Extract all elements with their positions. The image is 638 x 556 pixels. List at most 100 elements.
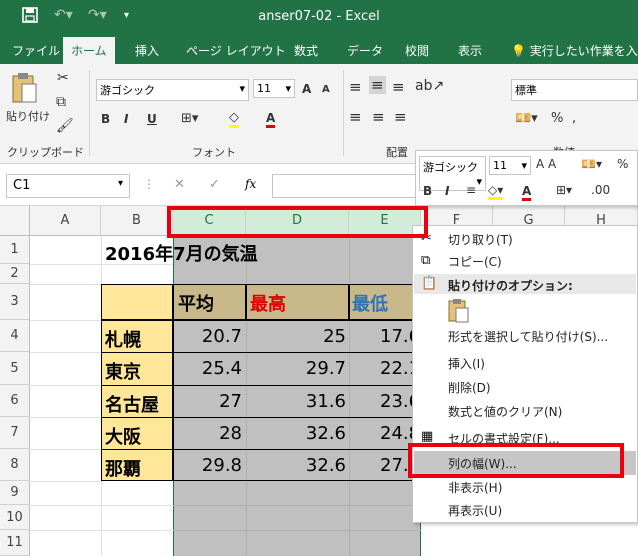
menu-item-unhide[interactable]: 再表示(U) (448, 502, 502, 519)
highlight-box-columns (167, 206, 428, 238)
title-bar: ↶▾ ↷▾ ▾ anser07-02 - Excel (0, 0, 638, 34)
city-cell[interactable]: 東京 (105, 358, 141, 384)
align-top-icon[interactable]: ≡ (349, 78, 362, 96)
copy-icon: ⧉ (421, 253, 431, 268)
cancel-icon[interactable]: ✕ (174, 177, 185, 192)
avg-value-cell[interactable]: 29.8 (202, 455, 242, 476)
tell-me-box[interactable]: 💡 実行したい作業を入力 (511, 42, 638, 59)
avg-value-cell[interactable]: 28 (219, 423, 242, 444)
number-format-dropdown[interactable]: 標準 (511, 79, 638, 101)
align-middle-icon[interactable]: ≡ (369, 76, 386, 94)
mini-bold-button[interactable]: B (423, 184, 432, 198)
row-header[interactable]: 7 (0, 417, 30, 449)
mini-decimal-icon[interactable]: .00 (591, 183, 610, 197)
name-box[interactable]: C1 ▾ (6, 174, 130, 198)
fill-color-icon[interactable]: ◇ (229, 110, 239, 128)
tab-review[interactable]: 校閲 (405, 42, 429, 59)
paste-button-label[interactable]: 貼り付け (6, 108, 50, 124)
avg-value-cell[interactable]: 25.4 (202, 358, 242, 379)
row-header[interactable]: 3 (0, 284, 30, 320)
mini-toolbar: 游ゴシック ▾ 11 ▾ A A 💴▾ % B I ≡ ◇▾ A ⊞▾ .00 (415, 150, 638, 206)
insert-function-icon[interactable]: fx (245, 177, 256, 191)
format-painter-icon[interactable]: 🖌 (56, 118, 74, 134)
align-right-icon[interactable]: ≡ (394, 108, 407, 126)
row-header[interactable]: 11 (0, 530, 30, 556)
max-value-cell[interactable]: 31.6 (306, 391, 346, 412)
row-header[interactable]: 5 (0, 352, 30, 385)
align-left-icon[interactable]: ≡ (349, 108, 362, 126)
mini-font-color-icon[interactable]: A (522, 184, 532, 201)
row-header[interactable]: 2 (0, 264, 30, 284)
city-cell[interactable]: 大阪 (105, 423, 141, 449)
paste-option-icon[interactable] (447, 298, 469, 324)
mini-percent-icon[interactable]: % (617, 157, 628, 171)
menu-item-cut[interactable]: 切り取り(T) (448, 231, 513, 248)
max-value-cell[interactable]: 29.7 (306, 358, 346, 379)
mini-border-icon[interactable]: ⊞▾ (556, 183, 572, 197)
menu-item-paste-special[interactable]: 形式を選択して貼り付け(S)... (448, 328, 608, 345)
city-cell[interactable]: 名古屋 (105, 391, 159, 417)
font-name-dropdown[interactable]: 游ゴシック ▾ (96, 79, 249, 101)
orientation-icon[interactable]: ab↗ (415, 78, 444, 94)
city-cell[interactable]: 那覇 (105, 455, 141, 481)
currency-icon[interactable]: 💴▾ (515, 111, 538, 126)
header-max: 最高 (250, 294, 286, 315)
bold-button[interactable]: B (101, 112, 110, 126)
menu-item-copy[interactable]: コピー(C) (448, 253, 502, 270)
row-header[interactable]: 10 (0, 505, 30, 530)
context-menu: ✂ 切り取り(T) ⧉ コピー(C) 📋 貼り付けのオプション: 形式を選択して… (412, 225, 638, 523)
row-header[interactable]: 6 (0, 385, 30, 417)
mini-font-size-dropdown[interactable]: 11 ▾ (489, 156, 531, 175)
max-value-cell[interactable]: 32.6 (306, 455, 346, 476)
select-all-corner[interactable] (0, 206, 30, 236)
max-value-cell[interactable]: 25 (323, 326, 346, 347)
mini-increase-font-icon[interactable]: A A (536, 157, 556, 171)
cut-icon[interactable]: ✂ (57, 70, 69, 86)
tab-page-layout[interactable]: ページ レイアウト (186, 42, 286, 59)
row-header[interactable]: 8 (0, 449, 30, 481)
align-center-icon[interactable]: ≡ (372, 108, 385, 126)
mini-fill-color-icon[interactable]: ◇▾ (488, 183, 504, 200)
tab-view[interactable]: 表示 (458, 42, 482, 59)
menu-item-clear[interactable]: 数式と値のクリア(N) (448, 403, 562, 420)
sheet-title-cell[interactable]: 2016年7月の気温 (105, 240, 258, 266)
header-min: 最低 (352, 294, 388, 315)
font-size-dropdown[interactable]: 11 ▾ (253, 79, 295, 98)
column-header-a[interactable]: A (30, 206, 101, 236)
paste-icon[interactable] (10, 72, 38, 106)
avg-value-cell[interactable]: 20.7 (202, 326, 242, 347)
tab-formulas[interactable]: 数式 (294, 42, 318, 59)
underline-button[interactable]: U (147, 112, 157, 126)
table-corner-cell[interactable] (101, 284, 173, 320)
increase-font-icon[interactable]: A (302, 82, 311, 96)
menu-item-insert[interactable]: 挿入(I) (448, 355, 485, 372)
mini-italic-button[interactable]: I (445, 184, 449, 198)
row-header[interactable]: 4 (0, 320, 30, 352)
align-bottom-icon[interactable]: ≡ (392, 78, 405, 96)
avg-value-cell[interactable]: 27 (219, 391, 242, 412)
ribbon-divider (343, 70, 344, 156)
tab-file[interactable]: ファイル (12, 42, 60, 59)
max-value-cell[interactable]: 32.6 (306, 423, 346, 444)
tab-insert[interactable]: 挿入 (135, 42, 159, 59)
comma-icon[interactable]: , (572, 111, 576, 126)
decrease-font-icon[interactable]: A (322, 84, 330, 95)
enter-icon[interactable]: ✓ (209, 177, 220, 192)
chevron-down-icon: ▾ (239, 82, 245, 95)
border-icon[interactable]: ⊞▾ (181, 111, 198, 126)
min-value-cell[interactable]: 27. (380, 455, 409, 476)
menu-item-delete[interactable]: 削除(D) (448, 379, 491, 396)
city-cell[interactable]: 札幌 (105, 326, 141, 352)
mini-align-icon[interactable]: ≡ (466, 183, 476, 197)
font-color-icon[interactable]: A (266, 111, 276, 128)
tab-data[interactable]: データ (347, 42, 383, 59)
mini-currency-icon[interactable]: 💴▾ (581, 157, 602, 171)
italic-button[interactable]: I (124, 112, 128, 126)
menu-item-hide[interactable]: 非表示(H) (448, 479, 502, 496)
percent-icon[interactable]: % (551, 111, 563, 126)
row-header[interactable]: 9 (0, 481, 30, 505)
row-header[interactable]: 1 (0, 236, 30, 264)
column-header-b[interactable]: B (101, 206, 173, 236)
tab-home[interactable]: ホーム (63, 37, 115, 64)
copy-icon[interactable]: ⧉ (56, 94, 66, 110)
